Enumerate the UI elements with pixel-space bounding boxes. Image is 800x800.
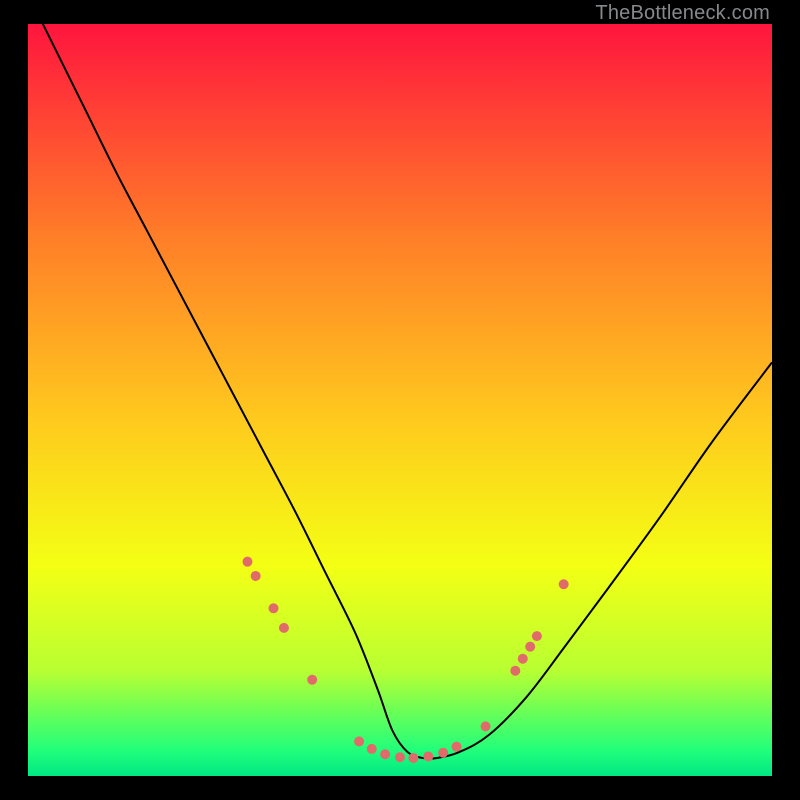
- highlight-dot: [518, 654, 528, 664]
- highlight-dot: [452, 742, 462, 752]
- highlight-dot: [269, 603, 279, 613]
- highlight-dot: [510, 666, 520, 676]
- watermark-text: TheBottleneck.com: [595, 2, 770, 25]
- chart-frame: [28, 24, 772, 776]
- highlight-dot: [367, 744, 377, 754]
- highlight-dot: [559, 579, 569, 589]
- highlight-dot: [408, 753, 418, 763]
- bottleneck-chart: [28, 24, 772, 776]
- highlight-dot: [525, 642, 535, 652]
- highlight-dot: [307, 675, 317, 685]
- highlight-dot: [423, 751, 433, 761]
- highlight-dot: [380, 749, 390, 759]
- chart-background: [28, 24, 772, 776]
- highlight-dot: [251, 571, 261, 581]
- highlight-dot: [354, 736, 364, 746]
- highlight-dot: [481, 721, 491, 731]
- highlight-dot: [532, 631, 542, 641]
- highlight-dot: [438, 748, 448, 758]
- highlight-dot: [395, 752, 405, 762]
- highlight-dot: [279, 623, 289, 633]
- highlight-dot: [242, 557, 252, 567]
